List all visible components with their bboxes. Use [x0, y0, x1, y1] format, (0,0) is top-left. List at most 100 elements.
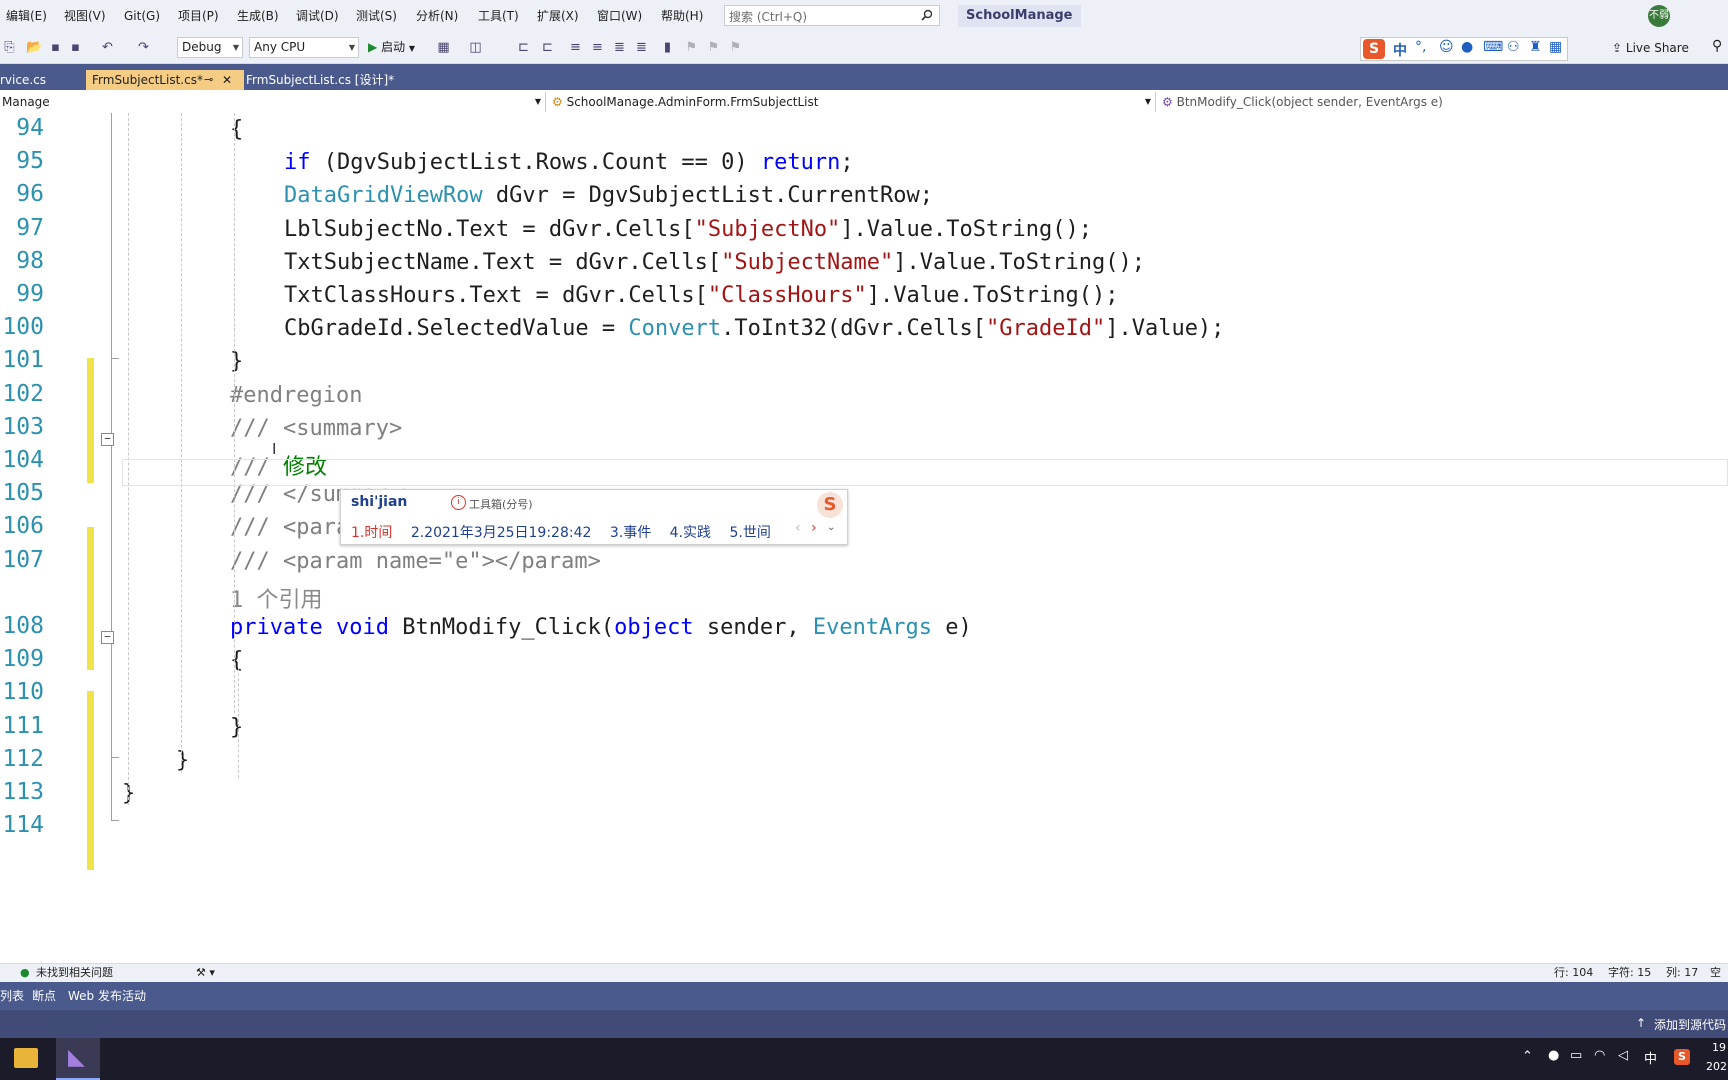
microphone-icon[interactable]: ●	[1461, 39, 1473, 55]
file-explorer-icon[interactable]	[14, 1048, 38, 1068]
uncomment-icon[interactable]: ≣	[634, 40, 649, 55]
indent-decrease-icon[interactable]: ≡	[568, 40, 583, 55]
menu-project[interactable]: 项目(P)	[178, 0, 219, 32]
tray-ime-indicator[interactable]: 中	[1644, 1048, 1657, 1067]
menu-view[interactable]: 视图(V)	[64, 0, 106, 32]
tab-error-list[interactable]: 列表	[0, 987, 24, 1005]
tray-wifi-icon[interactable]: ◠	[1594, 1048, 1605, 1063]
configuration-dropdown[interactable]: Debug ▼	[177, 37, 243, 58]
menu-window[interactable]: 窗口(W)	[597, 0, 642, 32]
punctuation-icon[interactable]: °,	[1415, 39, 1426, 55]
chevron-down-icon: ▼	[232, 43, 239, 52]
tab-service[interactable]: rvice.cs	[0, 70, 52, 90]
save-icon[interactable]: ▪	[48, 40, 63, 55]
line-number: 108	[2, 613, 44, 639]
code-token: TxtSubjectName.Text = dGvr.Cells[	[284, 249, 722, 275]
member-dropdown[interactable]: ⚙ BtnModify_Click(object sender, EventAr…	[1160, 92, 1728, 112]
users-icon[interactable]: ⚇	[1507, 39, 1520, 55]
tray-microphone-icon[interactable]: ●	[1548, 1048, 1559, 1063]
ime-mode[interactable]: 中	[1393, 40, 1407, 60]
redo-icon[interactable]: ↷	[136, 40, 151, 55]
issues-status[interactable]: 未找到相关问题	[36, 964, 113, 982]
expand-icon[interactable]: ⌄	[827, 522, 835, 533]
class-icon: ⚙	[552, 95, 563, 109]
char-indicator[interactable]: 字符: 15	[1608, 964, 1651, 982]
reference-count-lens[interactable]: 1 个引用	[230, 582, 323, 614]
ime-candidate[interactable]: 3.事件	[610, 525, 651, 541]
project-name: Manage	[2, 95, 50, 109]
clock-time[interactable]: 19	[1712, 1041, 1726, 1054]
close-icon[interactable]: ✕	[222, 70, 232, 90]
menu-help[interactable]: 帮助(H)	[661, 0, 703, 32]
class-dropdown[interactable]: ⚙ SchoolManage.AdminForm.FrmSubjectList ▼	[550, 92, 1156, 112]
menu-tools[interactable]: 工具(T)	[478, 0, 519, 32]
add-to-source-control[interactable]: 添加到源代码	[1654, 1016, 1726, 1033]
menu-analyze[interactable]: 分析(N)	[416, 0, 458, 32]
menu-debug[interactable]: 调试(D)	[296, 0, 339, 32]
feedback-icon[interactable]: ⚲	[1712, 38, 1722, 54]
save-all-icon[interactable]: ▪	[68, 40, 83, 55]
ime-candidate[interactable]: 4.实践	[670, 525, 711, 541]
hierarchy-icon[interactable]: ⊏	[516, 40, 531, 55]
collapse-method-icon[interactable]: −	[101, 631, 114, 644]
prev-bookmark-icon[interactable]: ⚑	[684, 40, 699, 55]
search-box[interactable]: 搜索 (Ctrl+Q)	[724, 5, 940, 26]
new-item-icon[interactable]: ⎘	[2, 40, 17, 55]
keyboard-icon[interactable]: ⌨	[1483, 39, 1503, 55]
emoji-icon[interactable]: ☺	[1439, 39, 1454, 55]
code-line: {	[230, 648, 243, 673]
hierarchy-icon-2[interactable]: ⊏	[540, 40, 555, 55]
bookmark-icon[interactable]: ▮	[660, 40, 675, 55]
collapse-summary-icon[interactable]: −	[101, 433, 114, 446]
tray-chevron-up-icon[interactable]: ⌃	[1522, 1049, 1533, 1064]
next-page-icon[interactable]: ›	[811, 520, 817, 536]
avatar[interactable]: 不弱	[1648, 5, 1670, 27]
pin-icon[interactable]: ⊸	[204, 70, 213, 90]
menu-edit[interactable]: 编辑(E)	[6, 0, 47, 32]
start-debugging-button[interactable]: ▶ 启动 ▼	[368, 37, 415, 58]
code-token: }	[230, 349, 244, 375]
code-token: /// <param name="e"></param>	[230, 548, 601, 574]
code-token: ].Value.ToString();	[893, 249, 1145, 275]
tab-web-publish[interactable]: Web 发布活动	[68, 987, 146, 1005]
next-bookmark-icon[interactable]: ⚑	[706, 40, 721, 55]
clock-date[interactable]: 202	[1706, 1060, 1727, 1073]
tab-frmsubjectlist-designer[interactable]: FrmSubjectList.cs [设计]*	[240, 70, 400, 90]
line-indicator[interactable]: 行: 104	[1554, 964, 1593, 982]
open-folder-icon[interactable]: 📂	[26, 40, 42, 55]
live-share-button[interactable]: ⇪ Live Share	[1612, 38, 1689, 58]
code-line: LblSubjectNo.Text = dGvr.Cells["SubjectN…	[284, 217, 1092, 242]
code-line: #endregion	[230, 383, 362, 408]
tray-volume-icon[interactable]: ◁	[1618, 1048, 1628, 1063]
screenshot-icon[interactable]: ◫	[468, 40, 483, 55]
ime-hint: 工具箱(分号)	[469, 498, 533, 511]
line-number: 110	[2, 679, 44, 706]
browse-icon[interactable]: ▦	[436, 40, 451, 55]
indent-increase-icon[interactable]: ≡	[590, 40, 605, 55]
code-editor[interactable]: 94 {95 if (DgvSubjectList.Rows.Count == 0)…	[0, 113, 1728, 963]
grid-icon[interactable]: ▦	[1549, 39, 1562, 55]
clear-bookmarks-icon[interactable]: ⚑	[728, 40, 743, 55]
undo-icon[interactable]: ↶	[100, 40, 115, 55]
menu-test[interactable]: 测试(S)	[356, 0, 397, 32]
comment-icon[interactable]: ≣	[612, 40, 627, 55]
prev-page-icon[interactable]: ‹	[795, 520, 801, 536]
tray-battery-icon[interactable]: ▭	[1570, 1048, 1582, 1063]
shirt-icon[interactable]: ♜	[1529, 39, 1542, 55]
windows-taskbar: ◣ ⌃ ● ▭ ◠ ◁ 中 S 19 202	[0, 1038, 1728, 1080]
ime-candidate[interactable]: 2.2021年3月25日19:28:42	[411, 525, 592, 541]
brush-icon[interactable]: ⚒ ▾	[196, 964, 215, 982]
ime-candidate[interactable]: 1.时间	[351, 525, 392, 541]
platform-dropdown[interactable]: Any CPU ▼	[249, 37, 359, 58]
line-number: 111	[2, 712, 44, 739]
project-dropdown[interactable]: Manage ▼	[0, 92, 546, 112]
visual-studio-taskbar-button[interactable]: ◣	[56, 1038, 100, 1080]
ime-candidate[interactable]: 5.世间	[729, 525, 770, 541]
menu-build[interactable]: 生成(B)	[237, 0, 279, 32]
menu-extensions[interactable]: 扩展(X)	[537, 0, 579, 32]
menu-git[interactable]: Git(G)	[124, 0, 160, 32]
tray-sogou-icon[interactable]: S	[1674, 1049, 1690, 1065]
tab-frmsubjectlist-code[interactable]: FrmSubjectList.cs* ⊸ ✕	[86, 70, 244, 90]
tab-breakpoints[interactable]: 断点	[32, 987, 56, 1005]
col-indicator[interactable]: 列: 17	[1666, 964, 1698, 982]
